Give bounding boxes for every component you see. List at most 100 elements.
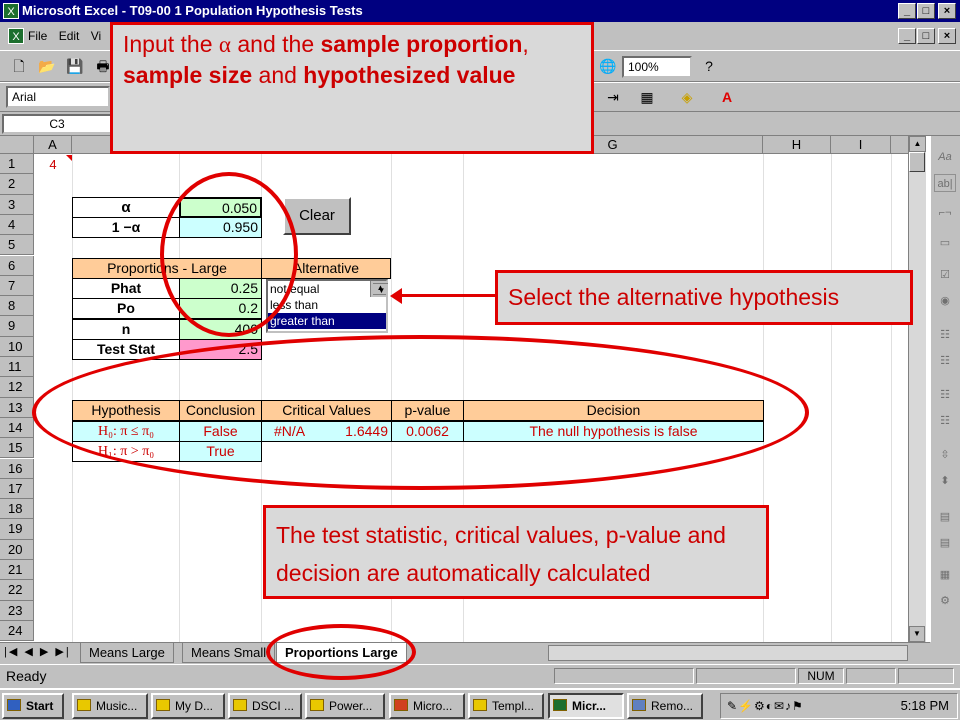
scroll-thumb[interactable]	[909, 152, 925, 172]
doc-minimize-button[interactable]: _	[898, 28, 916, 44]
task-power[interactable]: Power...	[305, 693, 385, 719]
font-color-icon[interactable]: A	[716, 86, 738, 108]
row-header[interactable]: 12	[0, 377, 34, 398]
menu-edit[interactable]: Edit	[59, 29, 80, 43]
po-input[interactable]: 0.2	[179, 298, 262, 319]
alternative-listbox[interactable]: not equal less than greater than ▲ ▼	[266, 279, 388, 333]
new-icon[interactable]: 🗋	[8, 55, 30, 77]
decision: The null hypothesis is false	[463, 421, 764, 442]
horizontal-scrollbar[interactable]	[548, 645, 908, 661]
excel-icon[interactable]: X	[3, 3, 19, 19]
control-properties-icon[interactable]: ▤	[934, 508, 956, 526]
close-button[interactable]: ×	[938, 3, 956, 19]
row-header[interactable]: 1	[0, 154, 34, 175]
row-header[interactable]: 18	[0, 499, 34, 520]
edit-box-icon[interactable]: ab|	[934, 174, 956, 192]
toggle-grid-icon[interactable]: ▦	[934, 566, 956, 584]
phat-input[interactable]: 0.25	[179, 278, 262, 299]
task-dsci[interactable]: DSCI ...	[228, 693, 302, 719]
fill-color-icon[interactable]: ◈	[676, 86, 698, 108]
tab-proportions-large[interactable]: Proportions Large	[276, 643, 407, 663]
borders-icon[interactable]: ▦	[636, 86, 658, 108]
row-header[interactable]: 13	[0, 397, 34, 418]
clock: 5:18 PM	[900, 698, 949, 713]
alpha-input[interactable]: 0.050	[179, 197, 262, 218]
row-header[interactable]: 8	[0, 296, 34, 317]
task-my-documents[interactable]: My D...	[151, 693, 225, 719]
listbox-scrollbar[interactable]: ▲ ▼	[370, 281, 388, 297]
tab-means-large[interactable]: Means Large	[80, 643, 174, 663]
checkbox-icon[interactable]: ☑	[934, 266, 956, 284]
select-all-corner[interactable]	[0, 136, 34, 154]
menu-file[interactable]: File	[28, 29, 47, 43]
font-select[interactable]: Arial	[6, 86, 110, 108]
row-header[interactable]: 9	[0, 316, 34, 337]
start-label: Start	[26, 699, 54, 713]
doc-close-button[interactable]: ×	[938, 28, 956, 44]
row-header[interactable]: 22	[0, 580, 34, 601]
combo-edit-icon[interactable]: ☷	[934, 412, 956, 430]
spinner-icon[interactable]: ⬍	[934, 472, 956, 490]
save-icon[interactable]: 💾	[64, 55, 86, 77]
row-header[interactable]: 17	[0, 478, 34, 500]
indent-icon[interactable]: ⇥	[602, 86, 624, 108]
row-header[interactable]: 24	[0, 620, 34, 642]
open-icon[interactable]: 📂	[36, 55, 58, 77]
row-header[interactable]: 23	[0, 600, 34, 621]
row-header[interactable]: 2	[0, 174, 34, 195]
zoom-select[interactable]: 100%	[622, 56, 692, 78]
column-header[interactable]: A	[34, 136, 72, 154]
row-header[interactable]: 4	[0, 214, 34, 236]
button-icon[interactable]: ▭	[934, 234, 956, 252]
row-header[interactable]: 3	[0, 194, 34, 215]
task-micro-ppt[interactable]: Micro...	[389, 693, 465, 719]
list-item-selected[interactable]: greater than	[268, 313, 386, 329]
vertical-scrollbar[interactable]: ▲ ▼	[908, 136, 926, 642]
row-header[interactable]: 15	[0, 438, 34, 459]
column-header[interactable]: H	[763, 136, 831, 154]
task-remote[interactable]: Remo...	[627, 693, 703, 719]
clear-button[interactable]: Clear	[283, 197, 351, 235]
row-header[interactable]: 6	[0, 255, 34, 276]
combo-dropdown-icon[interactable]: ☷	[934, 386, 956, 404]
row-header[interactable]: 11	[0, 357, 34, 378]
row-header[interactable]: 19	[0, 519, 34, 540]
label-icon[interactable]: Aa	[934, 148, 956, 166]
task-excel[interactable]: Micr...	[548, 693, 624, 719]
option-button-icon[interactable]: ◉	[934, 292, 956, 310]
name-box[interactable]: C3	[2, 114, 112, 134]
task-music[interactable]: Music...	[72, 693, 148, 719]
combo-list-icon[interactable]: ☷	[934, 352, 956, 370]
row-header[interactable]: 16	[0, 458, 34, 479]
list-item[interactable]: not equal	[268, 281, 386, 297]
row-header[interactable]: 10	[0, 336, 34, 357]
group-box-icon[interactable]: ⌐¬	[934, 204, 956, 222]
tray-icons[interactable]: ✎⚡⚙◐✉♪⚑	[727, 699, 804, 713]
minimize-button[interactable]: _	[898, 3, 916, 19]
edit-code-icon[interactable]: ▤	[934, 534, 956, 552]
doc-restore-button[interactable]: □	[917, 28, 935, 44]
tab-navigation-icons[interactable]: |◀ ◀ ▶ ▶|	[4, 645, 71, 658]
scroll-down-icon[interactable]: ▼	[373, 283, 388, 297]
scroll-down-icon[interactable]: ▼	[909, 626, 925, 642]
document-icon[interactable]: X	[8, 28, 24, 44]
list-box-icon[interactable]: ☷	[934, 326, 956, 344]
task-templates[interactable]: Templ...	[468, 693, 544, 719]
maximize-button[interactable]: □	[917, 3, 935, 19]
scroll-bar-icon[interactable]: ⇳	[934, 446, 956, 464]
help-icon[interactable]: ?	[698, 55, 720, 77]
start-button[interactable]: Start	[2, 693, 64, 719]
column-header[interactable]: I	[831, 136, 891, 154]
list-item[interactable]: less than	[268, 297, 386, 313]
row-header[interactable]: 21	[0, 560, 34, 581]
row-header[interactable]: 7	[0, 275, 34, 297]
map-icon[interactable]: 🌐	[597, 55, 619, 77]
row-header[interactable]: 5	[0, 235, 34, 256]
n-input[interactable]: 400	[179, 319, 262, 340]
run-dialog-icon[interactable]: ⚙	[934, 592, 956, 610]
row-header[interactable]: 20	[0, 539, 34, 560]
row-header[interactable]: 14	[0, 417, 34, 439]
tab-means-small[interactable]: Means Small	[182, 643, 276, 663]
scroll-up-icon[interactable]: ▲	[909, 136, 926, 152]
menu-view[interactable]: Vi	[91, 29, 101, 43]
